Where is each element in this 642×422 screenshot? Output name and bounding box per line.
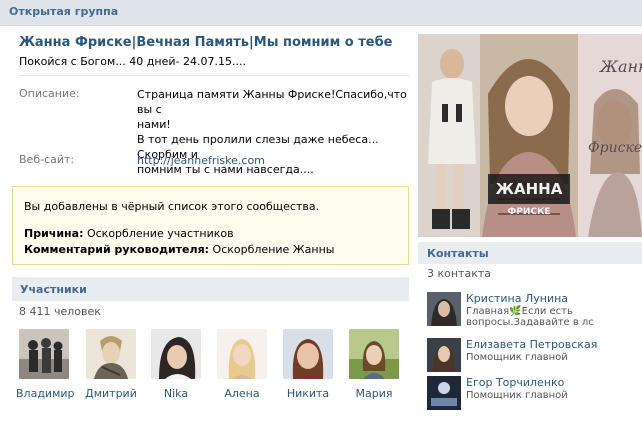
divider <box>19 75 409 76</box>
description-label: Описание: <box>19 87 80 100</box>
member-maria[interactable]: Мария <box>346 329 402 400</box>
member-name[interactable]: Никита <box>280 387 336 400</box>
avatar[interactable] <box>151 329 201 379</box>
contact-item[interactable]: Егор Торчиленко Помощник главной <box>427 376 642 412</box>
reason-value: Оскорбление участников <box>86 227 234 240</box>
member-dmitry[interactable]: Дмитрий <box>83 329 139 400</box>
contacts-heading[interactable]: Контакты <box>427 247 489 260</box>
contact-item[interactable]: Елизавета Петровская Помощник главной <box>427 338 642 374</box>
blacklist-reason: Причина: Оскорбление участников <box>24 227 234 240</box>
member-name[interactable]: Дмитрий <box>83 387 139 400</box>
member-name[interactable]: Мария <box>346 387 402 400</box>
description-line: Страница памяти Жанны Фриске!Спасибо,что… <box>137 88 407 116</box>
comment-label: Комментарий руководителя: <box>24 243 210 256</box>
contact-name[interactable]: Елизавета Петровская <box>466 338 597 351</box>
member-nikita[interactable]: Никита <box>280 329 336 400</box>
contact-role: Помощник главной <box>466 352 568 363</box>
members-header[interactable]: Участники <box>12 277 409 301</box>
members-count[interactable]: 8 411 человек <box>19 305 101 318</box>
blacklist-notice: Вы добавлены в чёрный список этого сообщ… <box>12 186 409 265</box>
member-nika[interactable]: Nika <box>148 329 204 400</box>
cover-caption-sub: ФРИСКЕ <box>507 207 550 217</box>
group-type-bar: Открытая группа <box>0 0 642 26</box>
group-title: Жанна Фриске|Вечная Память|Мы помним о т… <box>19 35 393 50</box>
cover-script-2: Фриске <box>588 140 642 156</box>
member-alena[interactable]: Алена <box>214 329 270 400</box>
avatar[interactable] <box>217 329 267 379</box>
contact-role: Помощник главной <box>466 390 568 401</box>
contact-name[interactable]: Кристина Лунина <box>466 292 568 305</box>
member-name[interactable]: Владимир <box>16 387 75 400</box>
members-heading[interactable]: Участники <box>20 283 87 296</box>
member-name[interactable]: Алена <box>214 387 270 400</box>
cover-collage: ЖАННА ФРИСКЕ Жанна Фриске <box>418 34 642 237</box>
contacts-count[interactable]: 3 контакта <box>427 267 491 280</box>
description-line: нами! <box>137 118 171 131</box>
blacklist-message: Вы добавлены в чёрный список этого сообщ… <box>24 200 320 213</box>
avatar[interactable] <box>19 329 69 379</box>
group-type-label: Открытая группа <box>9 5 119 18</box>
member-name[interactable]: Nika <box>148 387 204 400</box>
website-link[interactable]: http://jeannefriske.com <box>137 153 412 168</box>
cover-caption-main: ЖАННА <box>496 180 563 198</box>
avatar[interactable] <box>427 376 461 410</box>
avatar[interactable] <box>349 329 399 379</box>
contact-role: Главная🌿Если есть вопросы.Задавайте в лс <box>466 306 594 328</box>
comment-value: Оскорбление Жанны <box>212 243 335 256</box>
avatar[interactable] <box>427 292 461 326</box>
cover-script-1: Жанна <box>599 57 642 76</box>
group-status[interactable]: Покойся с Богом... 40 дней- 24.07.15.... <box>19 55 246 68</box>
contacts-header[interactable]: Контакты <box>418 242 642 264</box>
contact-name[interactable]: Егор Торчиленко <box>466 376 564 389</box>
member-vladimir[interactable]: Владимир <box>16 329 75 400</box>
avatar[interactable] <box>427 338 461 372</box>
avatar[interactable] <box>283 329 333 379</box>
blacklist-comment: Комментарий руководителя: Оскорбление Жа… <box>24 243 334 256</box>
reason-label: Причина: <box>24 227 84 240</box>
avatar[interactable] <box>86 329 136 379</box>
contact-item[interactable]: Кристина Лунина Главная🌿Если есть вопрос… <box>427 292 642 328</box>
website-label: Веб-сайт: <box>19 153 75 166</box>
group-cover-image[interactable]: ЖАННА ФРИСКЕ Жанна Фриске <box>418 34 642 237</box>
